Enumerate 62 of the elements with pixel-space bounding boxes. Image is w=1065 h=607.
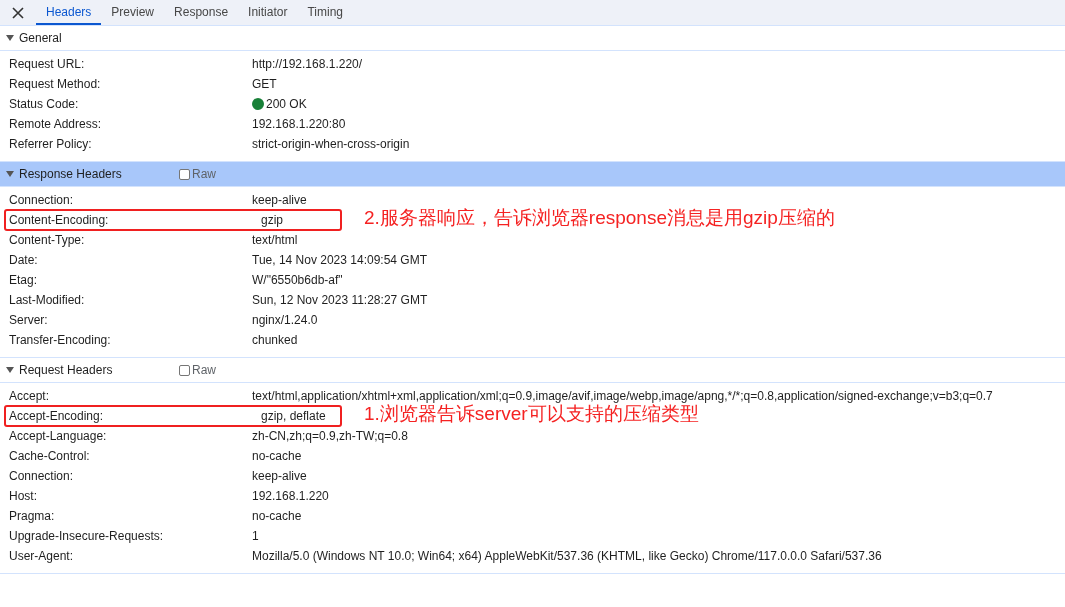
header-name: Accept: [8,389,51,403]
header-value: 1 [252,529,259,543]
header-name: Upgrade-Insecure-Requests: [8,529,165,543]
header-value: zh-CN,zh;q=0.9,zh-TW;q=0.8 [252,429,408,443]
header-value: no-cache [252,449,302,463]
tab[interactable]: Initiator [238,0,298,25]
expanded-triangle-icon [6,366,14,374]
header-name: Server: [8,313,49,327]
header-value: gzip [261,213,283,227]
header-value: http://192.168.1.220/ [252,57,363,71]
header-value: 192.168.1.220 [252,489,329,503]
section-title: Response Headers [19,167,123,181]
header-name: Pragma: [8,509,56,523]
checkbox[interactable] [179,364,190,376]
header-name: Etag: [8,273,39,287]
header-value: 200 OK [266,97,307,111]
header-name: Date: [8,253,39,267]
header-value: GET [252,77,277,91]
header-value: no-cache [252,509,302,523]
header-name: Last-Modified: [8,293,86,307]
annotation-note: 2.服务器响应，告诉浏览器response消息是用gzip压缩的 [364,206,835,230]
header-name: Connection: [8,469,75,483]
header-name: Request Method: [8,77,102,91]
tab[interactable]: Preview [101,0,165,25]
expanded-triangle-icon [6,170,14,178]
header-name: Referrer Policy: [8,137,93,151]
header-name: Connection: [8,193,75,207]
header-value: Mozilla/5.0 (Windows NT 10.0; Win64; x64) AppleWebKit/537.36 (KHTML, like Gecko) Chrome/117.0.0.0 Safari/537.36 [252,549,882,563]
header-value: Sun, 12 Nov 2023 11:28:27 GMT [252,293,428,307]
header-name: Content-Encoding: [9,213,110,227]
tab[interactable]: Timing [297,0,353,25]
header-value: W/"6550b6db-af" [252,273,343,287]
header-name: Cache-Control: [8,449,91,463]
header-value: chunked [252,333,298,347]
header-value: gzip, deflate [261,409,326,423]
header-name: Content-Type: [8,233,86,247]
header-name: Request URL: [8,57,86,71]
checkbox-label[interactable]: Raw [192,363,216,377]
header-value: nginx/1.24.0 [252,313,318,327]
header-value: text/html [252,233,298,247]
annotation-note: 1.浏览器告诉server可以支持的压缩类型 [364,402,699,426]
header-name: Remote Address: [8,117,103,131]
section-title: General [19,31,63,45]
header-name: User-Agent: [8,549,75,563]
header-name: Host: [8,489,38,503]
header-value: text/html,application/xhtml+xml,application/xml;q=0.9,image/avif,image/webp,image/apng,*/*;q=0.8,application/signed-exchange;v=b3;q=0.7 [252,389,993,403]
header-value: keep-alive [252,469,307,483]
header-name: Accept-Encoding: [9,409,105,423]
header-value: keep-alive [252,193,307,207]
header-name: Status Code: [8,97,80,111]
checkbox-label[interactable]: Raw [192,167,216,181]
section-title: Request Headers [19,363,114,377]
header-name: Transfer-Encoding: [8,333,112,347]
header-name: Accept-Language: [8,429,108,443]
tab[interactable]: Response [164,0,239,25]
expanded-triangle-icon [6,34,14,42]
header-value: 192.168.1.220:80 [252,117,346,131]
section-header[interactable]: Response Headers Raw [0,162,1065,187]
header-value: strict-origin-when-cross-origin [252,137,410,151]
checkbox[interactable] [179,168,190,180]
close-icon[interactable] [12,6,24,19]
header-value: Tue, 14 Nov 2023 14:09:54 GMT [252,253,427,267]
